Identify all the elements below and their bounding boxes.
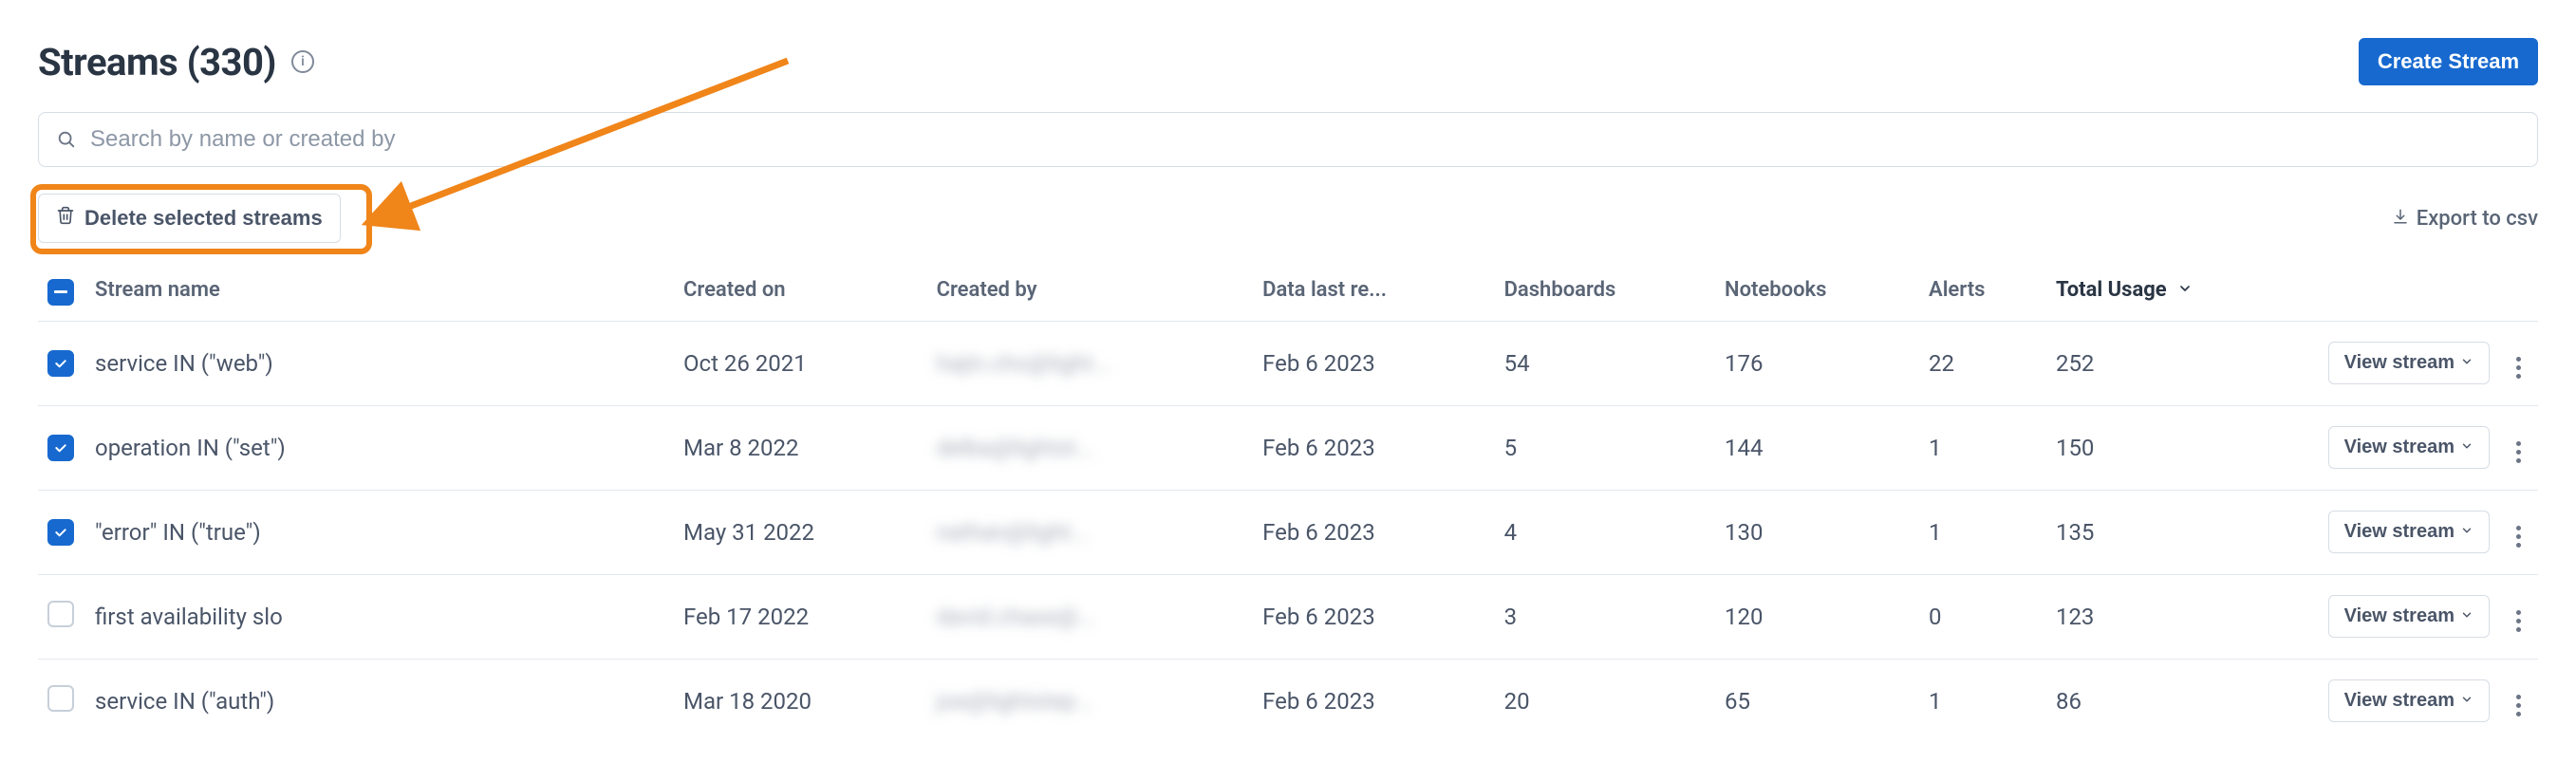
- cell-last-received: Feb 6 2023: [1253, 405, 1494, 490]
- table-row: operation IN ("set")Mar 8 2022delba@ligh…: [38, 405, 2538, 490]
- delete-selected-label: Delete selected streams: [84, 206, 323, 231]
- page-title: Streams (330): [38, 40, 276, 84]
- cell-notebooks: 176: [1715, 321, 1919, 405]
- cell-last-received: Feb 6 2023: [1253, 659, 1494, 743]
- col-notebooks[interactable]: Notebooks: [1715, 260, 1919, 321]
- chevron-down-icon: [2460, 521, 2473, 543]
- view-stream-button[interactable]: View stream: [2328, 511, 2490, 553]
- cell-created-by: david.chase@...: [927, 574, 1254, 659]
- cell-stream-name[interactable]: operation IN ("set"): [85, 405, 674, 490]
- cell-dashboards: 20: [1495, 659, 1715, 743]
- row-menu-icon[interactable]: [2509, 687, 2529, 724]
- col-created-by[interactable]: Created by: [927, 260, 1254, 321]
- col-dashboards[interactable]: Dashboards: [1495, 260, 1715, 321]
- search-input[interactable]: [90, 126, 2520, 153]
- chevron-down-icon: [2460, 437, 2473, 458]
- cell-total-usage: 123: [2046, 574, 2309, 659]
- chevron-down-icon: [2460, 690, 2473, 712]
- row-menu-icon[interactable]: [2509, 518, 2529, 555]
- cell-created-on: Feb 17 2022: [674, 574, 927, 659]
- view-stream-button[interactable]: View stream: [2328, 595, 2490, 638]
- cell-stream-name[interactable]: service IN ("auth"): [85, 659, 674, 743]
- cell-notebooks: 130: [1715, 490, 1919, 574]
- cell-created-on: Oct 26 2021: [674, 321, 927, 405]
- cell-dashboards: 4: [1495, 490, 1715, 574]
- cell-last-received: Feb 6 2023: [1253, 490, 1494, 574]
- col-created-on[interactable]: Created on: [674, 260, 927, 321]
- table-row: "error" IN ("true")May 31 2022nathan@lig…: [38, 490, 2538, 574]
- view-stream-button[interactable]: View stream: [2328, 342, 2490, 384]
- row-checkbox[interactable]: [47, 601, 74, 627]
- trash-icon: [56, 206, 75, 231]
- row-menu-icon[interactable]: [2509, 349, 2529, 386]
- view-stream-button[interactable]: View stream: [2328, 426, 2490, 469]
- chevron-down-icon: [2460, 605, 2473, 627]
- cell-created-by: joe@lightstep...: [927, 659, 1254, 743]
- cell-total-usage: 150: [2046, 405, 2309, 490]
- chevron-down-icon: [2460, 352, 2473, 374]
- download-icon: [2392, 207, 2409, 231]
- cell-dashboards: 54: [1495, 321, 1715, 405]
- cell-stream-name[interactable]: first availability slo: [85, 574, 674, 659]
- col-total-usage[interactable]: Total Usage: [2046, 260, 2309, 321]
- cell-alerts: 1: [1919, 405, 2046, 490]
- chevron-down-icon: [2177, 278, 2193, 302]
- cell-dashboards: 5: [1495, 405, 1715, 490]
- row-menu-icon[interactable]: [2509, 434, 2529, 471]
- row-checkbox[interactable]: [47, 685, 74, 712]
- title-wrap: Streams (330) i: [38, 40, 314, 84]
- export-csv-link[interactable]: Export to csv: [2392, 207, 2538, 231]
- cell-stream-name[interactable]: service IN ("web"): [85, 321, 674, 405]
- cell-created-by: nathan@light...: [927, 490, 1254, 574]
- cell-last-received: Feb 6 2023: [1253, 574, 1494, 659]
- cell-created-by: hajin.cho@light...: [927, 321, 1254, 405]
- view-stream-button[interactable]: View stream: [2328, 679, 2490, 722]
- cell-stream-name[interactable]: "error" IN ("true"): [85, 490, 674, 574]
- action-row: Delete selected streams Export to csv: [38, 194, 2538, 243]
- cell-alerts: 0: [1919, 574, 2046, 659]
- cell-notebooks: 65: [1715, 659, 1919, 743]
- col-stream-name[interactable]: Stream name: [85, 260, 674, 321]
- col-alerts[interactable]: Alerts: [1919, 260, 2046, 321]
- cell-dashboards: 3: [1495, 574, 1715, 659]
- cell-created-by: delba@lightst...: [927, 405, 1254, 490]
- cell-total-usage: 135: [2046, 490, 2309, 574]
- cell-total-usage: 252: [2046, 321, 2309, 405]
- col-total-usage-label: Total Usage: [2056, 278, 2167, 302]
- delete-selected-button[interactable]: Delete selected streams: [38, 194, 341, 243]
- table-row: service IN ("web")Oct 26 2021hajin.cho@l…: [38, 321, 2538, 405]
- row-checkbox[interactable]: [47, 350, 74, 377]
- create-stream-button[interactable]: Create Stream: [2359, 38, 2538, 85]
- row-checkbox[interactable]: [47, 519, 74, 546]
- cell-notebooks: 144: [1715, 405, 1919, 490]
- cell-notebooks: 120: [1715, 574, 1919, 659]
- cell-last-received: Feb 6 2023: [1253, 321, 1494, 405]
- row-menu-icon[interactable]: [2509, 603, 2529, 640]
- info-icon[interactable]: i: [291, 50, 314, 73]
- cell-alerts: 22: [1919, 321, 2046, 405]
- col-data-last-received[interactable]: Data last re...: [1253, 260, 1494, 321]
- cell-created-on: Mar 18 2020: [674, 659, 927, 743]
- streams-table: Stream name Created on Created by Data l…: [38, 260, 2538, 743]
- cell-total-usage: 86: [2046, 659, 2309, 743]
- table-row: first availability sloFeb 17 2022david.c…: [38, 574, 2538, 659]
- page-header: Streams (330) i Create Stream: [38, 38, 2538, 85]
- cell-alerts: 1: [1919, 490, 2046, 574]
- select-all-checkbox[interactable]: [47, 279, 74, 306]
- table-row: service IN ("auth")Mar 18 2020joe@lights…: [38, 659, 2538, 743]
- row-checkbox[interactable]: [47, 435, 74, 461]
- cell-created-on: Mar 8 2022: [674, 405, 927, 490]
- export-csv-label: Export to csv: [2417, 207, 2538, 231]
- cell-alerts: 1: [1919, 659, 2046, 743]
- search-box[interactable]: [38, 112, 2538, 167]
- cell-created-on: May 31 2022: [674, 490, 927, 574]
- search-icon: [56, 129, 77, 150]
